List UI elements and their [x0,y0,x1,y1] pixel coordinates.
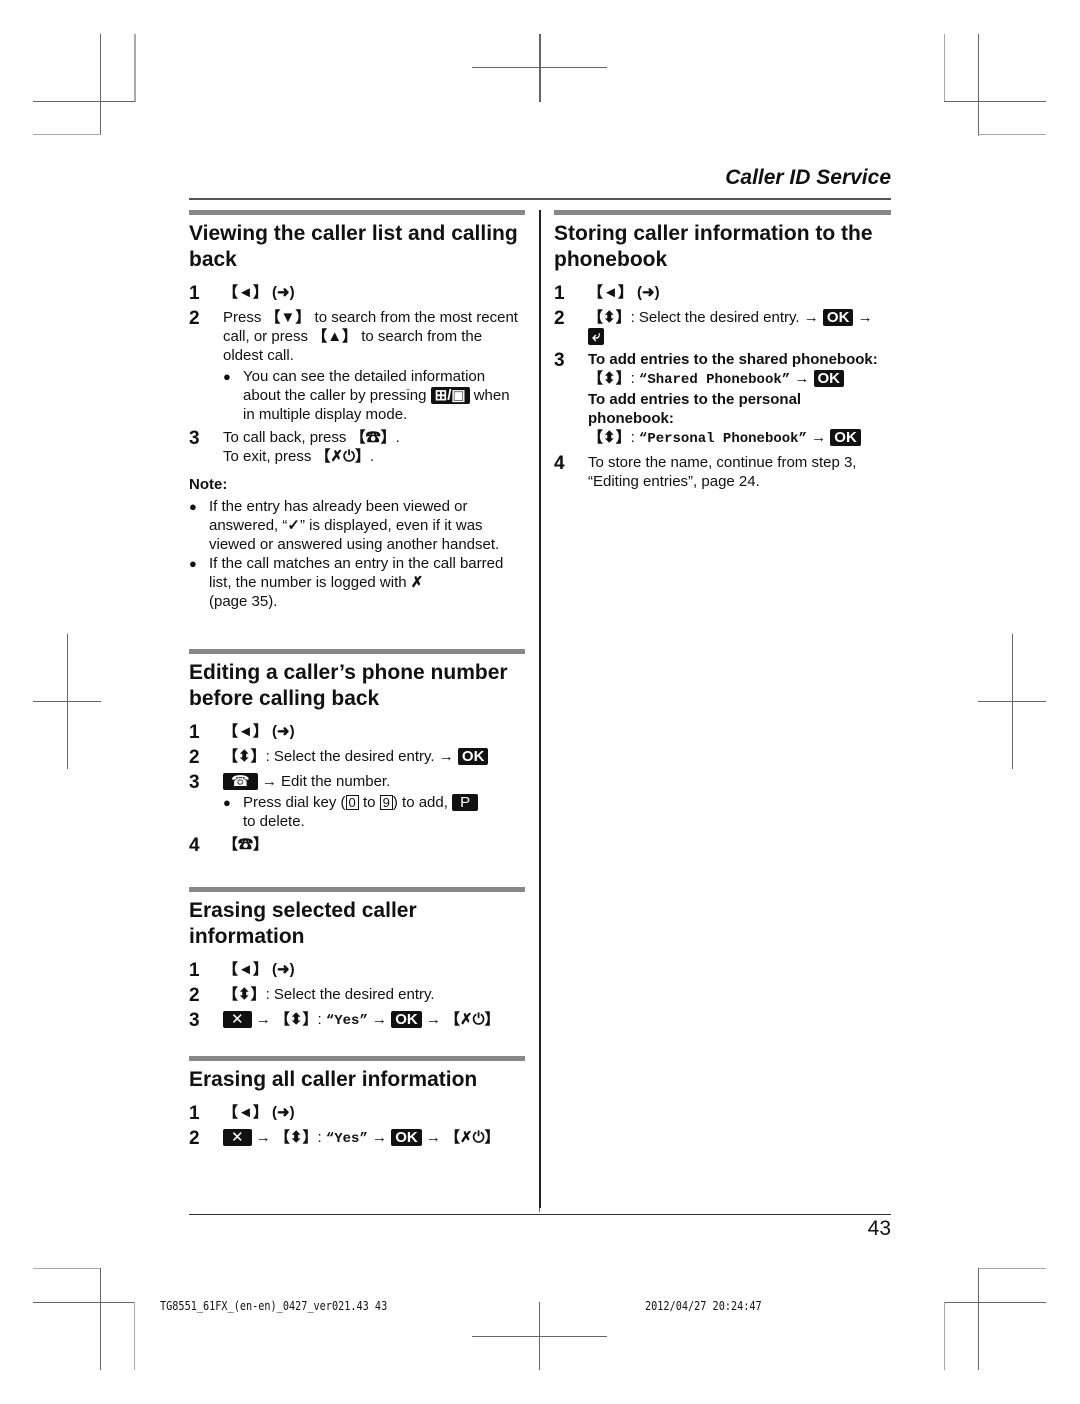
dial-key-0-icon: 0 [345,795,359,810]
section-title: Storing caller information to the phoneb… [554,222,873,271]
updown-key-icon: 【⬍】 [223,986,266,1003]
section-storing: Storing caller information to the phoneb… [554,210,891,495]
step-3: 3 ☎ → Edit the number. ● Press dial key … [189,772,525,831]
ok-softkey-icon: OK [830,429,861,446]
section-bar [189,210,525,215]
step-1: 1 【◄】 (➜) [189,722,295,743]
print-file-info: TG8551_61FX_(en-en)_0427_ver021.43 43 [160,1299,388,1313]
talk-key-icon: 【☎】 [350,429,396,446]
incoming-call-icon: (➜) [637,284,660,301]
incoming-call-icon: (➜) [272,1104,295,1121]
left-key-icon: 【◄】 [223,961,268,978]
section-viewing: Viewing the caller list and calling back… [189,210,525,611]
dial-key-9-icon: 9 [379,795,393,810]
arrow-icon: → [438,748,454,765]
step-1: 1 【◄】 (➜) [189,1103,295,1124]
column-divider [539,210,541,1208]
updown-key-icon: 【⬍】 [588,370,631,387]
check-mark-icon: ✓ [287,517,300,534]
chapter-title: Caller ID Service [725,166,891,189]
incoming-call-icon: (➜) [272,723,295,740]
talk-softkey-icon: ☎ [223,773,258,790]
print-date-info: 2012/04/27 20:24:47 [645,1299,762,1313]
arrow-icon: → [425,1129,441,1146]
updown-key-icon: 【⬍】 [274,1129,318,1146]
ok-softkey-icon: OK [391,1011,422,1028]
off-power-key-icon: 【✗⏻】 [315,448,370,465]
bullet: ● Press dial key (0 to 9) to add, P to d… [223,793,525,831]
talk-key-icon: 【☎】 [223,836,269,853]
step-4: 4 【☎】 [189,835,269,856]
save-to-phonebook-softkey-icon: ⤶ [588,328,605,345]
section-erasing-all: Erasing all caller information 1 【◄】 (➜)… [189,1056,525,1153]
display-mode-icon: ⊞/▣ [430,387,470,404]
note-item: ● If the entry has already been viewed o… [189,498,500,553]
section-bar [554,210,891,215]
page-number: 43 [867,1217,891,1240]
ok-softkey-icon: OK [391,1129,422,1146]
bullet: ● You can see the detailed information a… [223,368,510,423]
arrow-icon: → [857,309,873,326]
updown-key-icon: 【⬍】 [274,1011,318,1028]
updown-key-icon: 【⬍】 [588,429,631,446]
arrow-icon: → [803,309,819,326]
note-title: Note: [189,476,228,493]
step-4: 4 To store the name, continue from step … [554,453,857,490]
down-key-icon: 【▼】 [265,309,311,326]
footer-rule [189,1214,891,1215]
step-2: 2 【⬍】: Select the desired entry. [189,985,435,1006]
updown-key-icon: 【⬍】 [588,309,631,326]
section-bar [189,887,525,892]
delete-softkey-icon: ✕ [223,1011,252,1028]
step-1: 1 【◄】 (➜) [189,283,295,304]
off-power-key-icon: 【✗⏻】 [445,1129,500,1146]
arrow-icon: → [372,1011,388,1028]
arrow-icon: → [255,1011,271,1028]
ok-softkey-icon: OK [822,309,854,326]
note-item: ● If the call matches an entry in the ca… [189,555,504,610]
step-2: 2 ✕ → 【⬍】: “Yes” → OK → 【✗⏻】 [189,1128,500,1149]
arrow-icon: → [425,1011,441,1028]
arrow-icon: → [261,773,277,790]
left-key-icon: 【◄】 [223,1104,268,1121]
step-2: 2 【⬍】: Select the desired entry. → OK → ⤶ [554,308,873,345]
delete-softkey-icon: ✕ [223,1129,252,1146]
up-key-icon: 【▲】 [312,328,358,345]
step-2: 2 Press 【▼】 to search from the most rece… [189,308,525,424]
left-key-icon: 【◄】 [588,284,633,301]
step-3: 3 ✕ → 【⬍】: “Yes” → OK → 【✗⏻】 [189,1010,500,1031]
pause-softkey-icon: P [452,794,479,811]
step-1: 1 【◄】 (➜) [554,283,660,304]
updown-key-icon: 【⬍】 [223,748,266,765]
section-title: Erasing all caller information [189,1068,478,1091]
call-barred-icon: ✗ [410,574,424,591]
section-bar [189,649,525,654]
section-title: Editing a caller’s phone number before c… [189,661,508,710]
step-3: 3 To call back, press 【☎】. To exit, pres… [189,428,400,465]
step-3: 3 To add entries to the shared phonebook… [554,350,878,447]
section-bar [189,1056,525,1061]
incoming-call-icon: (➜) [272,284,295,301]
ok-softkey-icon: OK [813,370,844,387]
off-power-key-icon: 【✗⏻】 [445,1011,500,1028]
incoming-call-icon: (➜) [272,961,295,978]
ok-softkey-icon: OK [457,748,489,765]
step-2: 2 【⬍】: Select the desired entry. → OK [189,747,525,768]
left-key-icon: 【◄】 [223,284,268,301]
left-key-icon: 【◄】 [223,723,268,740]
section-erasing-selected: Erasing selected caller information 1 【◄… [189,887,525,1035]
arrow-icon: → [811,429,827,446]
section-editing: Editing a caller’s phone number before c… [189,649,525,860]
header-rule [189,198,891,200]
section-title: Erasing selected caller information [189,899,417,948]
arrow-icon: → [255,1129,271,1146]
section-title: Viewing the caller list and calling back [189,222,518,271]
arrow-icon: → [794,370,810,387]
step-1: 1 【◄】 (➜) [189,960,295,981]
arrow-icon: → [372,1129,388,1146]
